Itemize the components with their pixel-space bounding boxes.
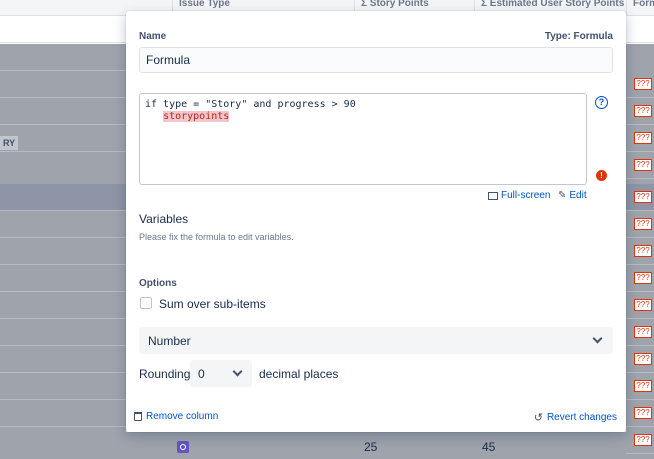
table-row[interactable] [0, 373, 126, 400]
table-row-selected: ??? [626, 184, 654, 211]
error-badge: ??? [634, 218, 652, 230]
fullscreen-icon [488, 191, 498, 200]
type-label: Type: Formula [544, 31, 613, 42]
format-select-value: Number [148, 333, 191, 348]
name-label: Name [139, 31, 167, 42]
table-row: ??? [626, 346, 654, 373]
error-badge: ??? [634, 407, 652, 419]
issue-type-tag: RY [0, 136, 19, 150]
table-row: ??? [626, 125, 654, 152]
table-row[interactable] [0, 44, 126, 71]
col-formula[interactable]: Form [626, 0, 654, 16]
table-row: ??? [626, 292, 654, 319]
revert-changes-label: Revert changes [546, 412, 617, 423]
remove-column-label: Remove column [146, 411, 219, 422]
fullscreen-button[interactable]: Full-screen [488, 190, 550, 201]
fullscreen-label: Full-screen [501, 190, 551, 201]
table-row[interactable] [0, 346, 126, 373]
table-row[interactable] [0, 265, 126, 292]
error-badge: ??? [634, 159, 652, 171]
estimated-points-value: 45 [482, 440, 496, 454]
table-row: ??? [626, 98, 654, 125]
options-title: Options [139, 278, 177, 289]
error-badge: ??? [634, 105, 652, 117]
table-row[interactable] [0, 125, 126, 152]
chevron-down-icon [232, 366, 243, 377]
error-badge: ??? [634, 191, 652, 203]
rounding-label: Rounding [139, 367, 191, 381]
table-row: ??? [626, 152, 654, 179]
table-row[interactable] [0, 238, 126, 265]
error-badge: ??? [634, 326, 652, 338]
revert-changes-button[interactable]: ↺ Revert changes [534, 411, 617, 424]
rounding-select-value: 0 [198, 366, 205, 381]
error-badge: ??? [634, 78, 652, 90]
table-row[interactable] [0, 319, 126, 346]
table-row: ??? [626, 373, 654, 400]
variables-message: Please fix the formula to edit variables… [139, 232, 294, 242]
error-badge: ??? [634, 272, 652, 284]
sum-over-subitems-checkbox[interactable] [140, 297, 152, 309]
chevron-down-icon [592, 333, 603, 344]
table-row: ??? [626, 427, 654, 454]
table-row: ??? [626, 71, 654, 98]
help-icon[interactable]: ? [595, 96, 608, 109]
table-row: ??? [626, 238, 654, 265]
formula-error-token: storypoints [163, 111, 230, 122]
undo-icon: ↺ [533, 412, 543, 424]
table-row[interactable] [0, 211, 126, 238]
error-badge: ??? [634, 299, 652, 311]
table-row[interactable] [0, 71, 126, 98]
sum-over-subitems-label[interactable]: Sum over sub-items [159, 297, 266, 311]
remove-column-button[interactable]: Remove column [134, 411, 218, 422]
error-badge: ??? [634, 434, 652, 446]
error-badge: ??? [634, 245, 652, 257]
decimal-places-label: decimal places [259, 367, 339, 381]
error-badge: ??? [634, 353, 652, 365]
table-row[interactable]: 25 45 [126, 432, 626, 459]
story-points-value: 25 [364, 440, 378, 454]
trash-icon [134, 412, 142, 421]
edit-label: Edit [569, 190, 587, 201]
pencil-icon: ✎ [558, 190, 567, 201]
formula-line-1: if type = "Story" and progress > 90 [145, 99, 356, 110]
table-row[interactable] [0, 292, 126, 319]
table-right-rows: ??? ??? ??? ??? ??? ??? ??? ??? ??? ??? … [626, 44, 654, 459]
format-select[interactable]: Number [139, 327, 613, 354]
table-left-rows [0, 44, 126, 459]
variables-title: Variables [139, 212, 189, 226]
error-badge: ??? [634, 132, 652, 144]
table-row: ??? [626, 319, 654, 346]
table-row: ??? [626, 265, 654, 292]
name-input[interactable] [139, 47, 613, 73]
table-row: ??? [626, 400, 654, 427]
error-icon[interactable]: ! [596, 170, 607, 181]
table-row: ??? [626, 211, 654, 238]
formula-editor[interactable]: if type = "Story" and progress > 90 stor… [139, 93, 587, 185]
formula-indent [145, 111, 163, 122]
error-badge: ??? [634, 380, 652, 392]
edit-button[interactable]: ✎ Edit [558, 190, 587, 201]
table-row-selected[interactable] [0, 184, 126, 211]
issue-type-icon [177, 441, 189, 453]
column-config-panel: Name Type: Formula if type = "Story" and… [126, 11, 626, 432]
table-row[interactable] [0, 98, 126, 125]
rounding-select[interactable]: 0 [190, 360, 252, 387]
table-row[interactable] [0, 400, 126, 427]
